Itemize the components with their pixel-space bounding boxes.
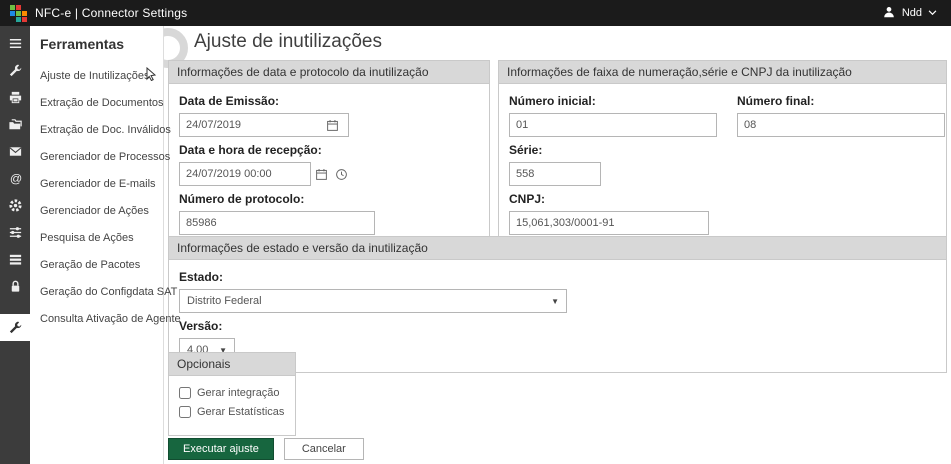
- app-title: NFC-e | Connector Settings: [35, 6, 187, 20]
- user-icon: [882, 5, 896, 22]
- user-name: Ndd: [902, 7, 922, 19]
- sidebar-title: Ferramentas: [30, 26, 163, 62]
- dropdown-caret-icon: ▼: [551, 297, 559, 306]
- calendar-icon[interactable]: [311, 162, 331, 186]
- serie-label: Série:: [509, 143, 936, 157]
- numero-inicial-input[interactable]: [509, 113, 717, 137]
- numero-inicial-label: Número inicial:: [509, 94, 717, 108]
- sidebar-item-ajuste-inutilizacoes[interactable]: Ajuste de Inutilizações: [30, 62, 163, 89]
- sidebar-item-geracao-pacotes[interactable]: Geração de Pacotes: [30, 251, 163, 278]
- tools-icon[interactable]: [0, 57, 30, 84]
- menu-icon[interactable]: [0, 30, 30, 57]
- documents-icon[interactable]: [0, 111, 30, 138]
- main-content: Ajuste de inutilizações Informações de d…: [164, 26, 951, 464]
- sidebar-item-gerenciador-processos[interactable]: Gerenciador de Processos: [30, 143, 163, 170]
- sidebar-item-consulta-ativacao-agente[interactable]: Consulta Ativação de Agente: [30, 305, 163, 332]
- panel-faixa-cnpj: Informações de faixa de numeração,série …: [498, 60, 947, 246]
- cnpj-input[interactable]: [509, 211, 709, 235]
- panel-opcionais: Opcionais Gerar integração Gerar Estatís…: [168, 352, 296, 436]
- printer-icon[interactable]: [0, 84, 30, 111]
- calendar-icon[interactable]: [322, 113, 342, 137]
- data-recepcao-label: Data e hora de recepção:: [179, 143, 479, 157]
- versao-label: Versão:: [179, 319, 936, 333]
- panel-faixa-header: Informações de faixa de numeração,série …: [499, 61, 946, 84]
- cnpj-label: CNPJ:: [509, 192, 936, 206]
- data-emissao-field: [179, 113, 349, 137]
- estado-select-value: Distrito Federal: [187, 295, 262, 307]
- app-logo-icon: [10, 5, 27, 22]
- app-window: NFC-e | Connector Settings Ndd @: [0, 0, 951, 464]
- sidebar-ferramentas: Ferramentas Ajuste de Inutilizações Extr…: [30, 26, 164, 464]
- security-lock-icon[interactable]: [0, 273, 30, 300]
- tools-active-icon[interactable]: [0, 314, 30, 341]
- numero-protocolo-label: Número de protocolo:: [179, 192, 479, 206]
- svg-text:@: @: [9, 171, 21, 185]
- data-emissao-label: Data de Emissão:: [179, 94, 479, 108]
- sidebar-item-geracao-configdata-sat[interactable]: Geração do Configdata SAT: [30, 278, 163, 305]
- data-emissao-input[interactable]: [186, 119, 322, 131]
- settings-gear-icon[interactable]: [0, 192, 30, 219]
- sidebar-item-gerenciador-acoes[interactable]: Gerenciador de Ações: [30, 197, 163, 224]
- user-menu[interactable]: Ndd: [882, 5, 941, 22]
- gerar-integracao-checkbox[interactable]: [179, 387, 191, 399]
- panel-data-protocolo: Informações de data e protocolo da inuti…: [168, 60, 490, 246]
- filters-sliders-icon[interactable]: [0, 219, 30, 246]
- email-icon[interactable]: [0, 138, 30, 165]
- sidebar-item-gerenciador-emails[interactable]: Gerenciador de E-mails: [30, 170, 163, 197]
- numero-protocolo-input[interactable]: [179, 211, 375, 235]
- chevron-down-icon: [928, 7, 937, 19]
- cursor-icon: [145, 67, 157, 84]
- panel-estado-header: Informações de estado e versão da inutil…: [169, 237, 946, 260]
- panel-opcionais-header: Opcionais: [169, 353, 295, 376]
- estado-select[interactable]: Distrito Federal ▼: [179, 289, 567, 313]
- numero-final-input[interactable]: [737, 113, 945, 137]
- numero-final-label: Número final:: [737, 94, 945, 108]
- executar-ajuste-button[interactable]: Executar ajuste: [168, 438, 274, 460]
- sidebar-item-extracao-doc-invalidos[interactable]: Extração de Doc. Inválidos: [30, 116, 163, 143]
- clock-icon[interactable]: [331, 162, 351, 186]
- cancelar-button[interactable]: Cancelar: [284, 438, 364, 460]
- gerar-integracao-option[interactable]: Gerar integração: [179, 387, 285, 399]
- sidebar-item-pesquisa-acoes[interactable]: Pesquisa de Ações: [30, 224, 163, 251]
- serie-input[interactable]: [509, 162, 601, 186]
- page-title: Ajuste de inutilizações: [194, 31, 382, 53]
- data-recepcao-input[interactable]: [179, 162, 311, 186]
- panel-data-header: Informações de data e protocolo da inuti…: [169, 61, 489, 84]
- sidebar-item-extracao-documentos[interactable]: Extração de Documentos: [30, 89, 163, 116]
- gerar-estatisticas-option[interactable]: Gerar Estatísticas: [179, 406, 285, 418]
- services-list-icon[interactable]: [0, 246, 30, 273]
- estado-label: Estado:: [179, 270, 936, 284]
- topbar: NFC-e | Connector Settings Ndd: [0, 0, 951, 26]
- actions-bar: Executar ajuste Cancelar: [168, 438, 364, 460]
- gerar-estatisticas-checkbox[interactable]: [179, 406, 191, 418]
- icon-rail: @: [0, 26, 30, 464]
- at-icon[interactable]: @: [0, 165, 30, 192]
